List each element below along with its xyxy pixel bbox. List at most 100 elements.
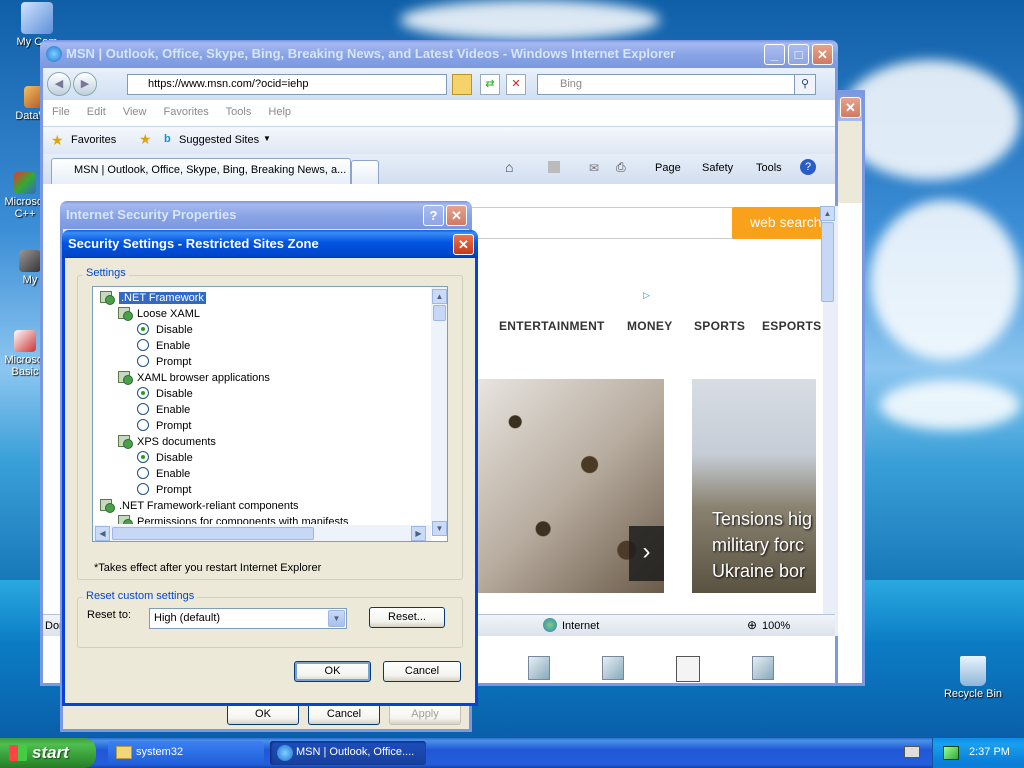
carousel-next-button[interactable]: › [629,526,664,581]
nav-entertainment[interactable]: ENTERTAINMENT [499,319,605,333]
tree-option[interactable]: Prompt [137,482,191,498]
tree-option[interactable]: Enable [137,466,190,482]
menu-favorites[interactable]: Favorites [164,106,209,118]
tree-label: XAML browser applications [137,372,270,384]
tree-category[interactable]: Permissions for components with manifest… [117,514,349,524]
tree-label: Prompt [156,484,192,496]
folder-icon [116,746,132,759]
ie-title-bar[interactable]: MSN | Outlook, Office, Skype, Bing, Brea… [40,40,838,68]
tree-option[interactable]: Disable [137,386,193,402]
tree-option[interactable]: Disable [137,450,193,466]
close-button[interactable]: ✕ [453,234,474,255]
search-icon[interactable]: ⚲ [794,74,816,95]
menu-help[interactable]: Help [268,106,291,118]
home-icon[interactable]: ⌂ [505,159,513,175]
tree-vertical-thumb[interactable] [433,305,446,321]
zone-label: Internet [562,620,600,632]
keyboard-icon[interactable] [904,746,920,758]
close-icon[interactable]: ✕ [840,97,861,118]
ad-choices-icon[interactable]: ▷ [643,290,650,301]
refresh-icon[interactable]: ⇄ [480,74,500,95]
address-bar[interactable]: https://www.msn.com/?ocid=iehp [127,74,447,95]
menu-file[interactable]: File [52,106,70,118]
tree-scroll-right[interactable]: ▶ [411,526,426,541]
settings-tree[interactable]: .NET Framework Loose XAML Disable Enable Pro… [92,286,448,542]
dialog-title-bar[interactable]: Security Settings - Restricted Sites Zon… [62,230,478,258]
mail-icon[interactable]: ✉ [589,161,599,175]
taskbar-item-system32[interactable]: system32 [108,741,264,765]
tree-label: .NET Framework [119,292,206,304]
favorites-button[interactable]: Favorites [71,134,116,146]
back-button[interactable]: ◀ [47,72,71,96]
tree-category[interactable]: .NET Framework [99,290,206,306]
lock-icon[interactable] [452,74,472,95]
cancel-button[interactable]: Cancel [383,661,461,682]
tools-menu[interactable]: Tools [756,162,782,174]
isp-title-bar[interactable]: Internet Security Properties [60,201,472,229]
safety-menu[interactable]: Safety [702,162,733,174]
start-button[interactable]: start [0,738,96,768]
clock[interactable]: 2:37 PM [969,746,1010,758]
taskbar-item-msn[interactable]: MSN | Outlook, Office.... [270,741,426,765]
scroll-up-arrow[interactable]: ▲ [820,206,835,221]
ok-button[interactable]: OK [294,661,371,682]
network-icon[interactable] [943,746,959,760]
help-icon[interactable]: ? [800,159,816,175]
print-icon[interactable]: ⎙ [616,160,626,175]
tree-option[interactable]: Prompt [137,418,191,434]
forward-button[interactable]: ▶ [73,72,97,96]
news-image-ukraine[interactable]: Tensions hig military forc Ukraine bor [692,379,816,593]
isp-cancel-button[interactable]: Cancel [308,704,380,725]
vertical-scroll-thumb[interactable] [821,222,834,302]
tree-scroll-left[interactable]: ◀ [95,526,110,541]
web-search-button[interactable]: web search [732,207,822,239]
tree-option[interactable]: Prompt [137,354,191,370]
tree-category[interactable]: .NET Framework-reliant components [99,498,299,514]
tree-scroll-down[interactable]: ▼ [432,521,447,536]
zoom-icon[interactable]: ⊕ [747,618,757,632]
radio-button-icon [137,483,149,495]
tree-category[interactable]: XAML browser applications [117,370,270,386]
menu-edit[interactable]: Edit [87,106,106,118]
suggested-sites-button[interactable]: Suggested Sites [179,134,259,146]
favorites-star-icon: ★ [51,132,64,148]
page-menu[interactable]: Page [655,162,681,174]
reset-button[interactable]: Reset... [369,607,445,628]
add-favorites-icon[interactable]: ★ [139,131,152,148]
maximize-button[interactable]: □ [788,44,809,65]
feeds-icon[interactable] [548,161,560,173]
search-placeholder: Bing [560,78,583,90]
tree-horizontal-thumb[interactable] [112,527,314,540]
nav-money[interactable]: MONEY [627,319,673,333]
minimize-button[interactable]: _ [764,44,785,65]
tree-category[interactable]: XPS documents [117,434,216,450]
close-button[interactable]: ✕ [812,44,833,65]
new-tab-button[interactable] [351,160,379,184]
tree-label: Loose XAML [137,308,200,320]
tree-category[interactable]: Loose XAML [117,306,200,322]
web-search-label: web search [750,214,822,230]
close-button[interactable]: ✕ [446,205,467,226]
help-button[interactable]: ? [423,205,444,226]
reset-level-select[interactable]: High (default) ▼ [149,608,347,629]
nav-esports[interactable]: ESPORTS [762,319,821,333]
settings-category-icon [117,434,133,449]
nav-sports[interactable]: SPORTS [694,319,745,333]
app-icon [14,172,36,194]
zoom-level[interactable]: 100% [762,620,790,632]
isp-apply-button[interactable]: Apply [389,704,461,725]
desktop-icon-recycle-bin[interactable]: Recycle Bin [938,656,1008,700]
search-box[interactable]: Bing [537,74,795,95]
dialog-title: Security Settings - Restricted Sites Zon… [68,236,319,251]
isp-ok-button[interactable]: OK [227,704,299,725]
settings-category-icon [117,514,133,524]
tree-option[interactable]: Enable [137,338,190,354]
tree-option[interactable]: Disable [137,322,193,338]
tree-scroll-up[interactable]: ▲ [432,289,447,304]
stop-icon[interactable]: ✕ [506,74,526,95]
menu-tools[interactable]: Tools [226,106,252,118]
chevron-down-icon[interactable]: ▼ [328,610,345,627]
tab-msn[interactable]: MSN | Outlook, Office, Skype, Bing, Brea… [51,158,351,184]
menu-view[interactable]: View [123,106,147,118]
tree-option[interactable]: Enable [137,402,190,418]
